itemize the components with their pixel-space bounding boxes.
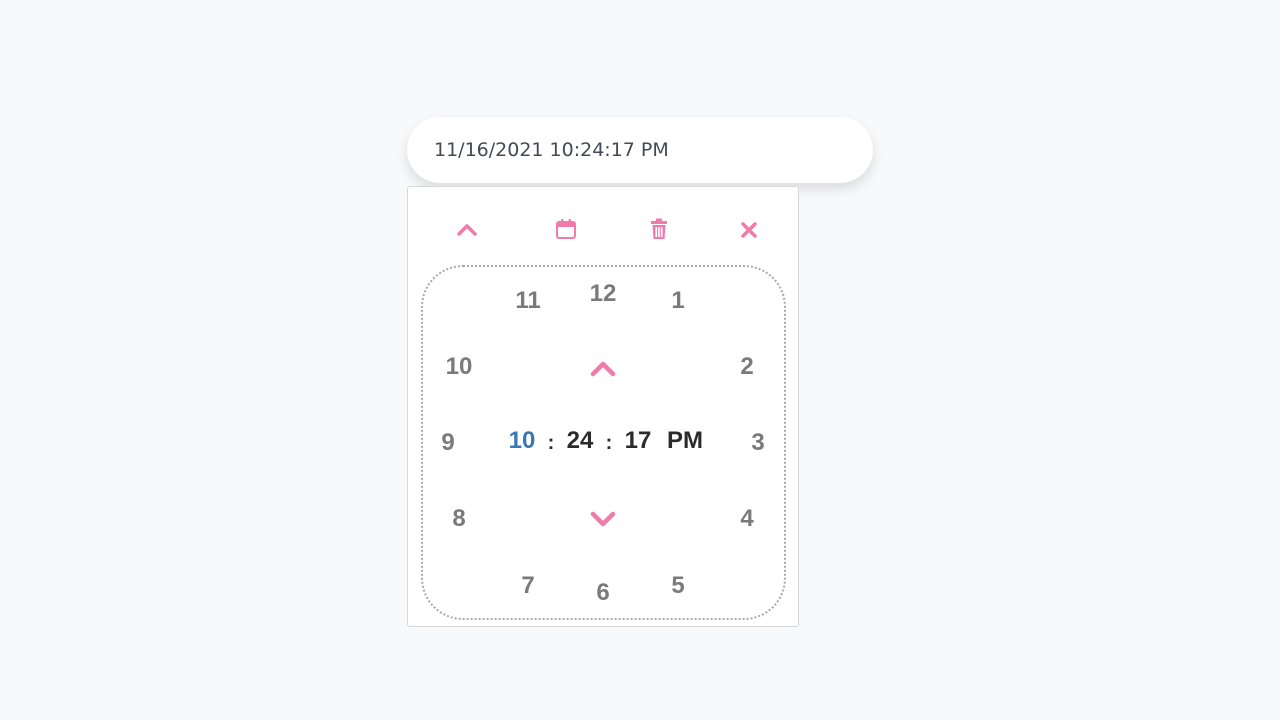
minute-value[interactable]: 24 (567, 429, 594, 453)
clock-hour-7[interactable]: 7 (521, 574, 534, 598)
clock-hour-10[interactable]: 10 (446, 355, 473, 379)
chevron-up-icon (590, 361, 616, 377)
trash-icon (651, 218, 667, 239)
chevron-up-icon (457, 224, 477, 236)
chevron-down-icon (590, 511, 616, 527)
clock-hour-11[interactable]: 11 (515, 289, 540, 313)
clock-face (421, 265, 786, 620)
clock-hour-2[interactable]: 2 (740, 355, 753, 379)
datetime-input[interactable] (434, 139, 834, 161)
clock-hour-9[interactable]: 9 (441, 431, 454, 455)
increment-button[interactable] (588, 357, 618, 381)
clock-hour-6[interactable]: 6 (596, 581, 609, 605)
clock-hour-4[interactable]: 4 (740, 507, 753, 531)
clock-hour-8[interactable]: 8 (452, 507, 465, 531)
clock-hour-5[interactable]: 5 (671, 574, 684, 598)
close-icon (741, 222, 757, 238)
datetime-input-container (407, 117, 873, 183)
clock-hour-3[interactable]: 3 (751, 431, 764, 455)
hour-minute-separator: : (547, 432, 555, 454)
close-button[interactable] (734, 215, 764, 245)
clear-button[interactable] (644, 214, 674, 244)
calendar-button[interactable] (551, 214, 581, 244)
decrement-button[interactable] (588, 507, 618, 531)
collapse-button[interactable] (452, 215, 482, 245)
calendar-icon (556, 219, 576, 239)
period-value[interactable]: PM (667, 429, 703, 453)
minute-second-separator: : (605, 432, 613, 454)
hour-value[interactable]: 10 (509, 429, 536, 453)
datetime-picker-popup: 12 1 2 3 4 5 6 7 8 9 10 11 10 : 24 : 17 PM (407, 186, 799, 627)
clock-hour-12[interactable]: 12 (590, 282, 617, 306)
second-value[interactable]: 17 (625, 429, 652, 453)
clock-hour-1[interactable]: 1 (671, 289, 684, 313)
